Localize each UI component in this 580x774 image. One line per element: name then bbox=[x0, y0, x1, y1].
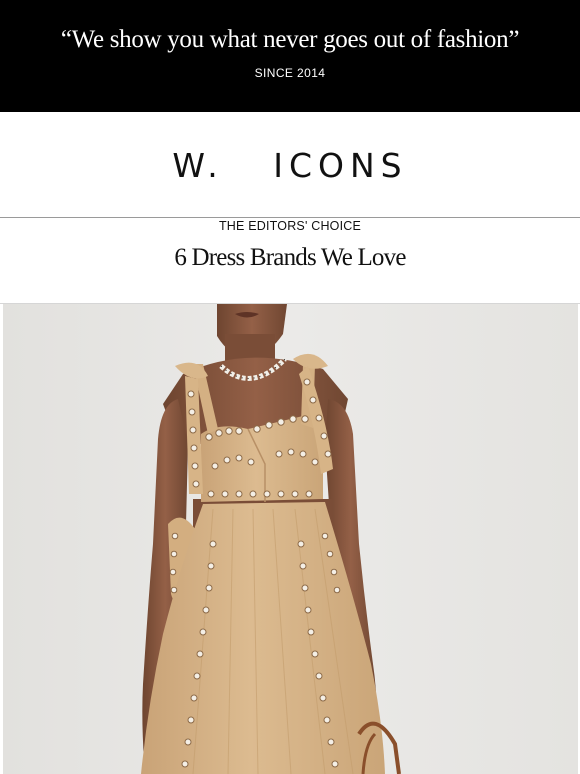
article-kicker: THE EDITORS' CHOICE bbox=[218, 219, 362, 233]
brand-logo[interactable]: W. ICONS bbox=[0, 146, 580, 185]
top-banner: “We show you what never goes out of fash… bbox=[0, 0, 580, 112]
model-in-tan-eyelet-cutout-dress-icon bbox=[3, 304, 578, 774]
hero-image[interactable] bbox=[3, 304, 578, 774]
logo-area: W. ICONS bbox=[0, 112, 580, 218]
email-page: “We show you what never goes out of fash… bbox=[0, 0, 580, 774]
banner-quote: “We show you what never goes out of fash… bbox=[60, 26, 520, 53]
banner-since-text: SINCE 2014 bbox=[254, 66, 326, 80]
header-divider bbox=[0, 217, 580, 218]
article-headline[interactable]: 6 Dress Brands We Love bbox=[0, 244, 580, 272]
